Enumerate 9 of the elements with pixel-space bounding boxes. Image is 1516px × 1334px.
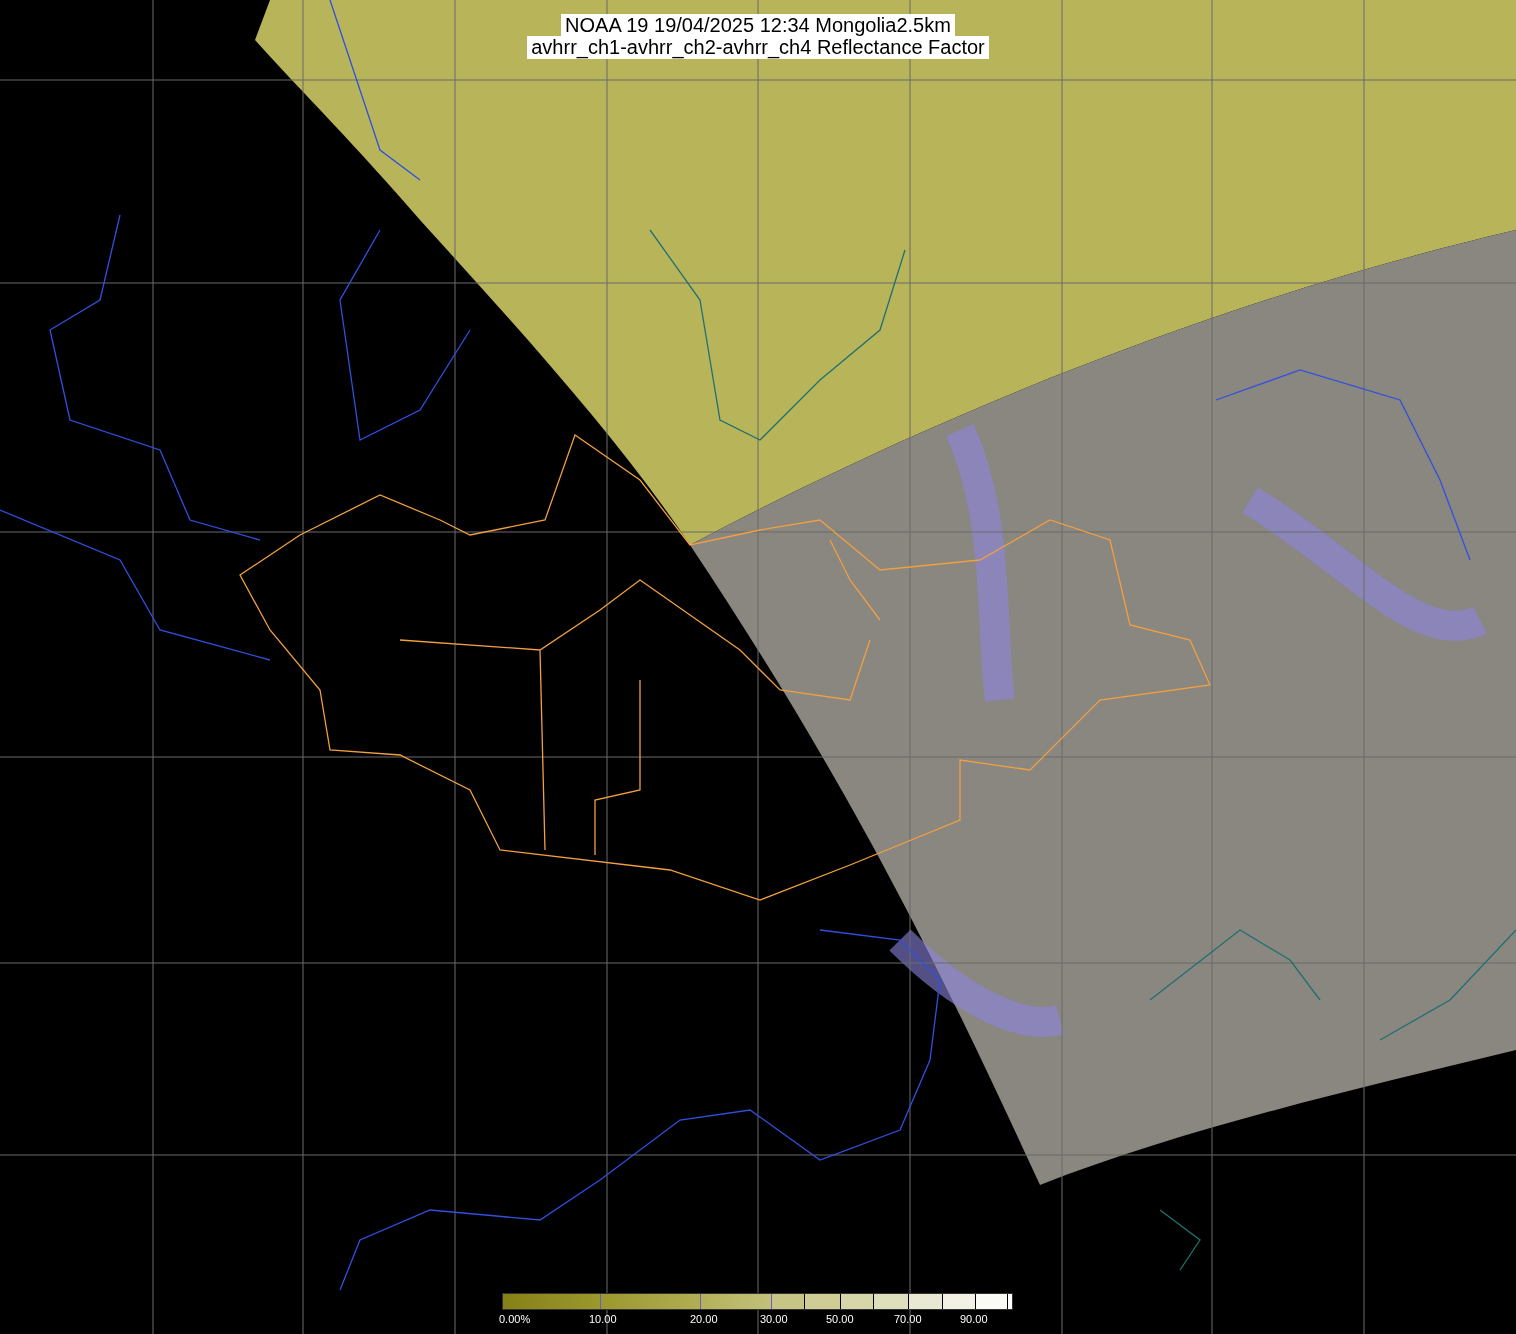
colorbar-label: 50.00 bbox=[826, 1313, 854, 1326]
colorbar-label: 90.00 bbox=[960, 1313, 988, 1326]
colorbar-label: 30.00 bbox=[760, 1313, 788, 1326]
colorbar-label: 10.00 bbox=[589, 1313, 617, 1326]
map-title: NOAA 19 19/04/2025 12:34 Mongolia2.5km bbox=[561, 14, 955, 36]
colorbar-label: 20.00 bbox=[690, 1313, 718, 1326]
colorbar-label: 0.00% bbox=[499, 1313, 531, 1326]
colorbar-label: 70.00 bbox=[894, 1313, 922, 1326]
map-subtitle: avhrr_ch1-avhrr_ch2-avhrr_ch4 Reflectance Factor bbox=[527, 36, 989, 59]
